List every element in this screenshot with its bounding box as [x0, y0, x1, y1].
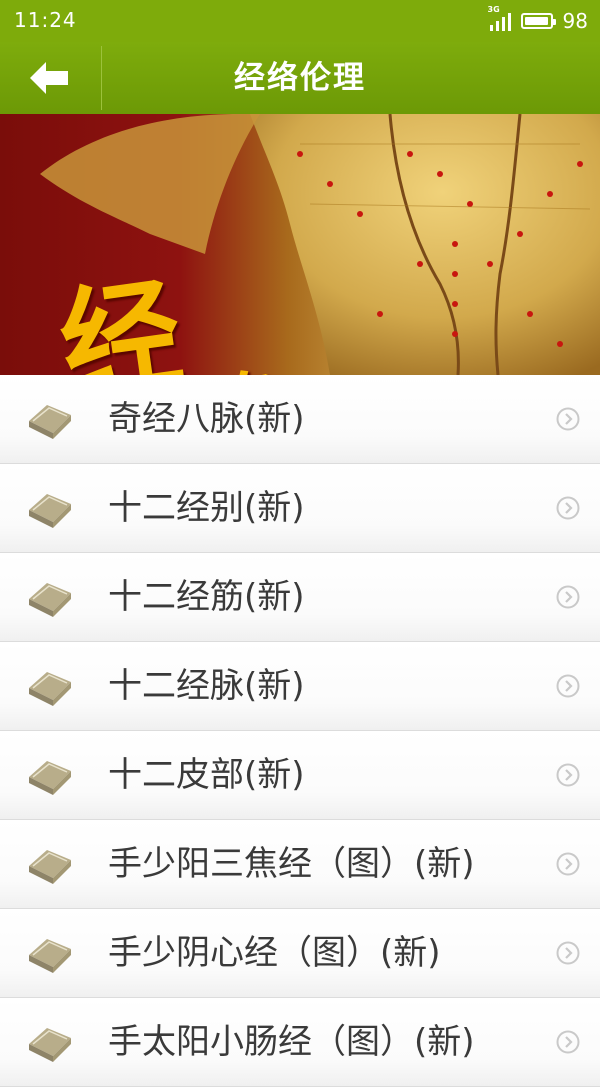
- chevron-right-icon: [556, 763, 580, 787]
- list-item-label: 十二经脉(新): [108, 666, 305, 706]
- chevron-right-icon: [556, 1030, 580, 1054]
- list-item[interactable]: 十二经脉(新): [0, 642, 600, 731]
- chevron-right-icon: [556, 407, 580, 431]
- chevron-right-icon: [556, 852, 580, 876]
- book-icon: [29, 850, 71, 884]
- signal-icon: 3G: [488, 5, 511, 31]
- chevron-right-icon: [556, 496, 580, 520]
- network-type: 3G: [487, 5, 500, 14]
- list-item[interactable]: 手少阴心经（图）(新): [0, 909, 600, 998]
- list-item-label: 手少阴心经（图）(新): [108, 933, 441, 973]
- list-item[interactable]: 十二皮部(新): [0, 731, 600, 820]
- calligraphy-jing: 经: [51, 262, 191, 375]
- book-icon: [29, 761, 71, 795]
- page-title: 经络伦理: [234, 60, 366, 96]
- chevron-right-icon: [556, 674, 580, 698]
- list-item-label: 十二皮部(新): [108, 755, 305, 795]
- list-item-label: 手少阳三焦经（图）(新): [108, 844, 475, 884]
- list-item-label: 十二经别(新): [108, 488, 305, 528]
- battery-percent: 98: [562, 9, 588, 33]
- chevron-right-icon: [556, 941, 580, 965]
- status-bar: 11:24 3G 98: [0, 0, 600, 42]
- list-item[interactable]: 手少阳三焦经（图）(新): [0, 820, 600, 909]
- book-icon: [29, 939, 71, 973]
- status-icons: 3G 98: [488, 5, 588, 35]
- book-icon: [29, 583, 71, 617]
- book-icon: [29, 1028, 71, 1062]
- list-item[interactable]: 十二经筋(新): [0, 553, 600, 642]
- list-item[interactable]: 十二经别(新): [0, 464, 600, 553]
- status-time: 11:24: [14, 8, 77, 32]
- battery-icon: [520, 13, 556, 29]
- battery-fill: [524, 17, 549, 25]
- title-bar: 经络伦理: [0, 42, 600, 114]
- topic-list: 奇经八脉(新) 十二经别(新) 十二经筋(新) 十二经脉(新) 十二皮部(新) …: [0, 375, 600, 1087]
- list-item-label: 手太阳小肠经（图）(新): [108, 1022, 475, 1062]
- list-item-label: 十二经筋(新): [108, 577, 305, 617]
- list-item[interactable]: 奇经八脉(新): [0, 375, 600, 464]
- list-item[interactable]: 手太阳小肠经（图）(新): [0, 998, 600, 1087]
- book-icon: [29, 672, 71, 706]
- list-item-label: 奇经八脉(新): [108, 399, 305, 439]
- book-icon: [29, 405, 71, 439]
- chevron-right-icon: [556, 585, 580, 609]
- banner-image: 经 络: [0, 114, 600, 375]
- book-icon: [29, 494, 71, 528]
